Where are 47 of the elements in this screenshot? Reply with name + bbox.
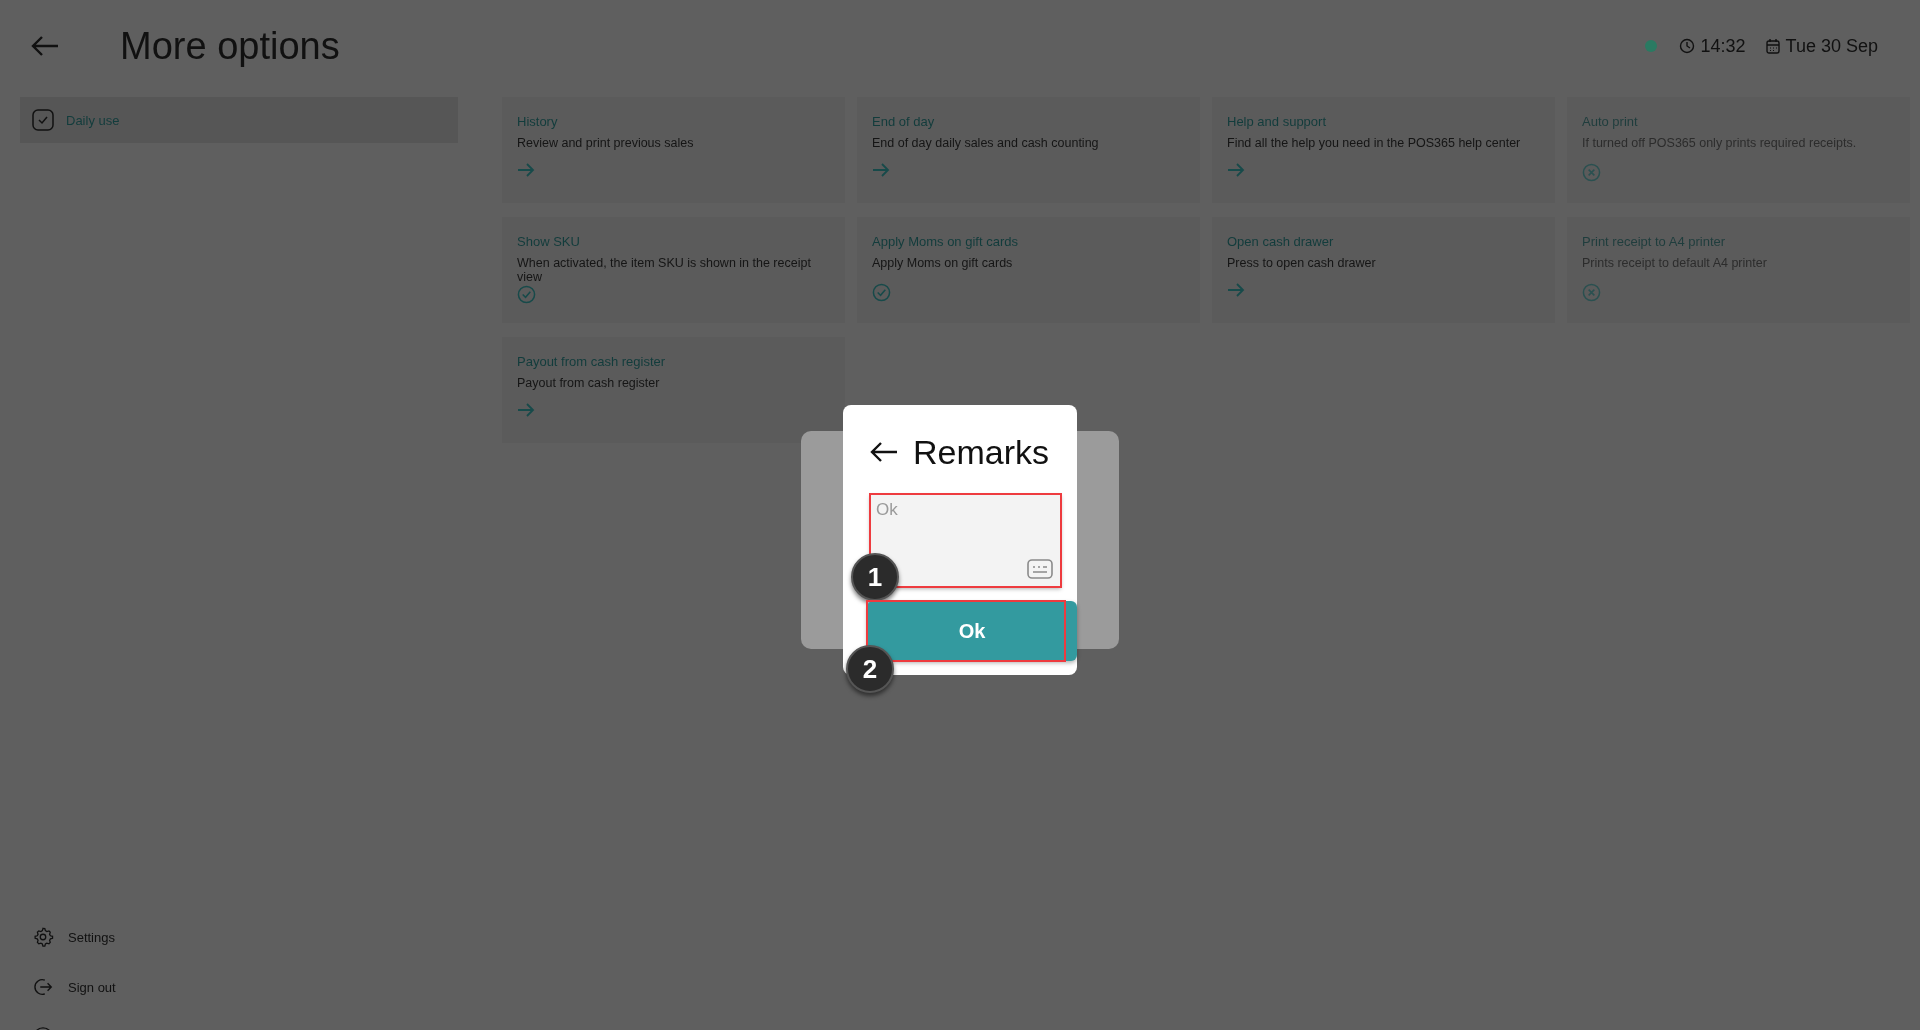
- arrow-right-icon: [517, 163, 535, 177]
- card-description: End of day daily sales and cash counting: [872, 135, 1100, 152]
- arrow-right-icon: [1227, 163, 1245, 177]
- step-badge: 2: [846, 645, 894, 693]
- option-card[interactable]: Payout from cash register Payout from cash register: [502, 337, 845, 443]
- sidebar-item[interactable]: Daily use: [20, 97, 458, 143]
- card-description: Apply Moms on gift cards: [872, 255, 1014, 272]
- keyboard-icon[interactable]: [1027, 559, 1053, 579]
- card-title: Print receipt to A4 printer: [1582, 234, 1727, 251]
- date-text: Tue 30 Sep: [1785, 35, 1878, 57]
- sign-out-icon[interactable]: [32, 976, 54, 998]
- settings-icon[interactable]: [32, 926, 54, 948]
- page-title: More options: [120, 24, 340, 68]
- card-description: Press to open cash drawer: [1227, 255, 1377, 272]
- card-description: Payout from cash register: [517, 375, 661, 392]
- card-description: When activated, the item SKU is shown in the receipt view: [517, 255, 812, 285]
- card-description: Review and print previous sales: [517, 135, 695, 152]
- sidebar-link[interactable]: Sign out: [68, 979, 116, 995]
- check-circle-icon[interactable]: [872, 283, 891, 302]
- arrow-right-icon: [872, 163, 890, 177]
- check-circle-icon[interactable]: [517, 284, 536, 304]
- option-card[interactable]: Apply Moms on gift cards Apply Moms on gift cards: [857, 217, 1200, 323]
- card-title: Apply Moms on gift cards: [872, 234, 1019, 251]
- calendar-icon: [1765, 38, 1780, 54]
- option-card[interactable]: End of day End of day daily sales and cash counting: [857, 97, 1200, 203]
- dialog-title: Remarks: [913, 432, 1050, 472]
- option-card[interactable]: History Review and print previous sales: [502, 97, 845, 203]
- card-title: Auto print: [1582, 114, 1639, 131]
- arrow-right-icon: [1227, 283, 1245, 297]
- option-card[interactable]: Open cash drawer Press to open cash drawer: [1212, 217, 1555, 323]
- card-title: Help and support: [1227, 114, 1327, 131]
- back-arrow-icon[interactable]: [869, 440, 899, 464]
- card-description: Find all the help you need in the POS365 help center: [1227, 135, 1522, 152]
- arrow-right-icon: [517, 403, 535, 417]
- card-title: Payout from cash register: [517, 354, 667, 371]
- card-title: History: [517, 114, 559, 131]
- card-title: End of day: [872, 114, 936, 131]
- card-title: Show SKU: [517, 234, 581, 251]
- card-title: Open cash drawer: [1227, 234, 1335, 251]
- option-card[interactable]: Help and support Find all the help you need in the POS365 help center: [1212, 97, 1555, 203]
- checkbox-icon: [32, 109, 54, 131]
- clock-icon: [1678, 38, 1695, 54]
- time-text: 14:32: [1700, 35, 1746, 57]
- sidebar-link[interactable]: Settings: [68, 929, 115, 945]
- option-card[interactable]: Show SKU When activated, the item SKU is shown in the receipt view: [502, 217, 845, 323]
- step-badge: 1: [851, 553, 899, 601]
- ok-button[interactable]: Ok: [867, 601, 1077, 661]
